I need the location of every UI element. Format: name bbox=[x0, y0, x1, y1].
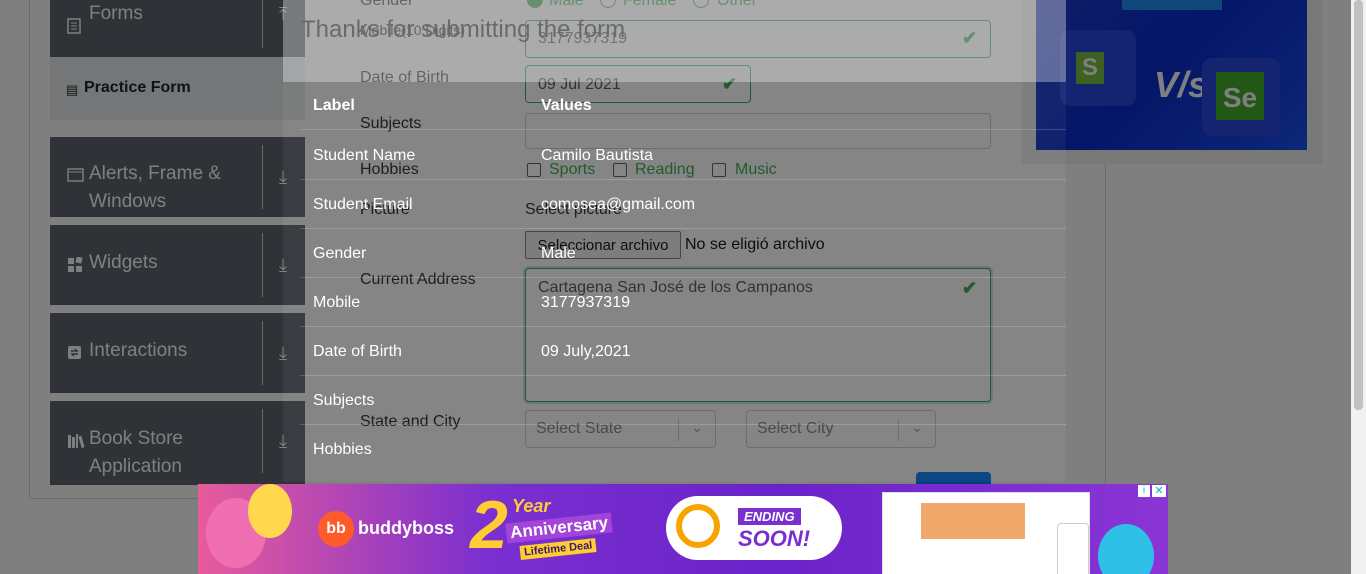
row-divider bbox=[300, 375, 1066, 376]
table-header-values: Values bbox=[541, 97, 592, 114]
adchoices-icon[interactable]: i bbox=[1138, 485, 1150, 497]
page-scrollbar[interactable] bbox=[1351, 0, 1366, 574]
submission-modal bbox=[283, 82, 1066, 482]
ending-word: ENDING bbox=[738, 508, 801, 525]
table-row-label: Gender bbox=[313, 245, 367, 262]
lifetime-deal: Lifetime Deal bbox=[519, 538, 597, 560]
table-header-label: Label bbox=[313, 97, 355, 114]
scrollbar-thumb[interactable] bbox=[1354, 0, 1363, 410]
brand-text: buddyboss bbox=[358, 518, 455, 538]
ad-banner[interactable]: bb buddyboss 2 Year Anniversary Lifetime… bbox=[198, 484, 1168, 574]
table-row-label: Student Email bbox=[313, 196, 413, 213]
table-row-label: Subjects bbox=[313, 392, 375, 409]
close-icon[interactable]: ✕ bbox=[1152, 485, 1166, 497]
soon-word: SOON! bbox=[738, 526, 811, 551]
anniversary-word: Anniversary bbox=[505, 512, 614, 544]
balloon-decoration bbox=[248, 484, 292, 538]
table-row-value: 3177937319 bbox=[541, 294, 630, 311]
preview-phone bbox=[1057, 523, 1089, 574]
balloon-decoration bbox=[1098, 524, 1154, 574]
table-row-value: Camilo Bautista bbox=[541, 147, 654, 164]
row-divider bbox=[300, 228, 1066, 229]
table-row-label: Hobbies bbox=[313, 441, 372, 458]
table-row-label: Mobile bbox=[313, 294, 361, 311]
anniversary-year: Year bbox=[512, 496, 551, 516]
table-row-value: Male bbox=[541, 245, 576, 262]
row-divider bbox=[300, 129, 1066, 130]
row-divider bbox=[300, 179, 1066, 180]
buddyboss-logo-icon: bb bbox=[318, 511, 354, 547]
row-divider bbox=[300, 326, 1066, 327]
preview-cover bbox=[921, 503, 1025, 539]
table-row-value: 09 July,2021 bbox=[541, 343, 631, 360]
ending-soon-pill: ENDING SOON! bbox=[666, 496, 842, 560]
anniversary-number: 2 bbox=[470, 487, 508, 563]
table-row-label: Student Name bbox=[313, 147, 416, 164]
table-row-label: Date of Birth bbox=[313, 343, 402, 360]
clock-icon bbox=[676, 504, 720, 548]
table-row-value: comosea@gmail.com bbox=[541, 196, 696, 213]
row-divider bbox=[300, 277, 1066, 278]
screenshot-preview-image bbox=[882, 492, 1090, 574]
modal-title: Thanks for submitting the form bbox=[301, 16, 626, 43]
row-divider bbox=[300, 424, 1066, 425]
